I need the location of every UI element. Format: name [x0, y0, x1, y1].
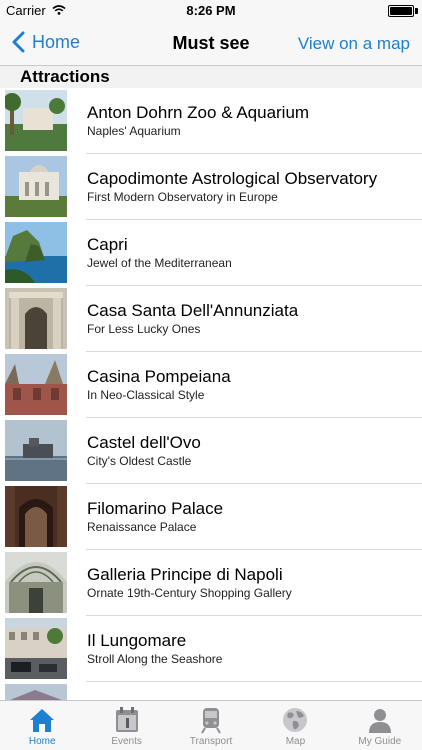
item-title: Casina Pompeiana	[87, 367, 231, 386]
battery-icon	[388, 5, 414, 17]
attraction-thumbnail	[5, 156, 67, 217]
item-subtitle: First Modern Observatory in Europe	[87, 190, 278, 204]
attraction-thumbnail	[5, 288, 67, 349]
tab-map[interactable]: Map	[253, 701, 337, 750]
item-subtitle: Stroll Along the Seashore	[87, 652, 223, 666]
battery-tip	[415, 8, 418, 14]
back-button[interactable]: Home	[10, 30, 80, 54]
list-item[interactable]: Galleria Principe di Napoli Ornate 19th-…	[0, 550, 422, 616]
item-title: Galleria Principe di Napoli	[87, 565, 283, 584]
item-subtitle: Renaissance Palace	[87, 520, 197, 534]
tab-my-guide[interactable]: My Guide	[338, 701, 422, 750]
item-title: Anton Dohrn Zoo & Aquarium	[87, 103, 310, 122]
calendar-icon	[115, 707, 138, 732]
tab-label: Home	[28, 736, 56, 747]
item-subtitle: Jewel of the Mediterranean	[87, 256, 232, 270]
tab-events[interactable]: Events	[84, 701, 168, 750]
list-item[interactable]: Capri Jewel of the Mediterranean	[0, 220, 422, 286]
list-item[interactable]: Casina Pompeiana In Neo-Classical Style	[0, 352, 422, 418]
item-subtitle: Naples' Aquarium	[87, 124, 181, 138]
attraction-thumbnail	[5, 354, 67, 415]
item-subtitle: In Neo-Classical Style	[87, 388, 205, 402]
tab-label: Events	[111, 736, 142, 747]
section-header: Attractions	[0, 66, 422, 88]
list-item[interactable]: Castel dell'Ovo City's Oldest Castle	[0, 418, 422, 484]
back-button-label: Home	[32, 31, 81, 52]
globe-icon	[283, 708, 308, 732]
list-item[interactable]: Capodimonte Astrological Observatory Fir…	[0, 154, 422, 220]
status-time: 8:26 PM	[186, 3, 236, 18]
list-item[interactable]: Anton Dohrn Zoo & Aquarium Naples' Aquar…	[0, 88, 422, 154]
attractions-list[interactable]: Anton Dohrn Zoo & Aquarium Naples' Aquar…	[0, 88, 422, 700]
list-item[interactable]: Il Lungomare Stroll Along the Seashore	[0, 616, 422, 682]
chevron-left-icon	[12, 31, 25, 53]
navigation-bar: Home Must see View on a map	[0, 22, 422, 66]
item-subtitle: City's Oldest Castle	[87, 454, 192, 468]
tab-label: Transport	[189, 736, 233, 747]
tab-bar: Home Events Transport Map My Guide	[0, 700, 422, 750]
person-icon	[368, 709, 391, 733]
attraction-thumbnail	[5, 618, 67, 679]
tab-label: My Guide	[358, 736, 402, 747]
train-icon	[201, 708, 221, 734]
home-icon	[30, 709, 55, 732]
item-title: Capri	[87, 235, 128, 254]
attraction-thumbnail	[5, 222, 67, 283]
item-title: Il Lungomare	[87, 631, 187, 650]
tab-label: Map	[285, 736, 306, 747]
item-title: Casa Santa Dell'Annunziata	[87, 301, 299, 320]
status-bar: Carrier 8:26 PM	[0, 0, 422, 22]
item-subtitle: For Less Lucky Ones	[87, 322, 201, 336]
item-title: Capodimonte Astrological Observatory	[87, 169, 378, 188]
view-on-map-button[interactable]: View on a map	[298, 34, 410, 54]
attraction-thumbnail	[5, 486, 67, 547]
attraction-thumbnail	[5, 684, 67, 700]
attraction-thumbnail	[5, 90, 67, 151]
item-title: Castel dell'Ovo	[87, 433, 201, 452]
tab-transport[interactable]: Transport	[169, 701, 253, 750]
attraction-thumbnail	[5, 552, 67, 613]
attraction-thumbnail	[5, 420, 67, 481]
item-subtitle: Ornate 19th-Century Shopping Gallery	[87, 586, 292, 600]
list-item[interactable]: Filomarino Palace Renaissance Palace	[0, 484, 422, 550]
list-item[interactable]: Casa Santa Dell'Annunziata For Less Luck…	[0, 286, 422, 352]
tab-home[interactable]: Home	[0, 701, 84, 750]
item-title: Filomarino Palace	[87, 499, 224, 518]
list-item[interactable]	[0, 682, 422, 700]
